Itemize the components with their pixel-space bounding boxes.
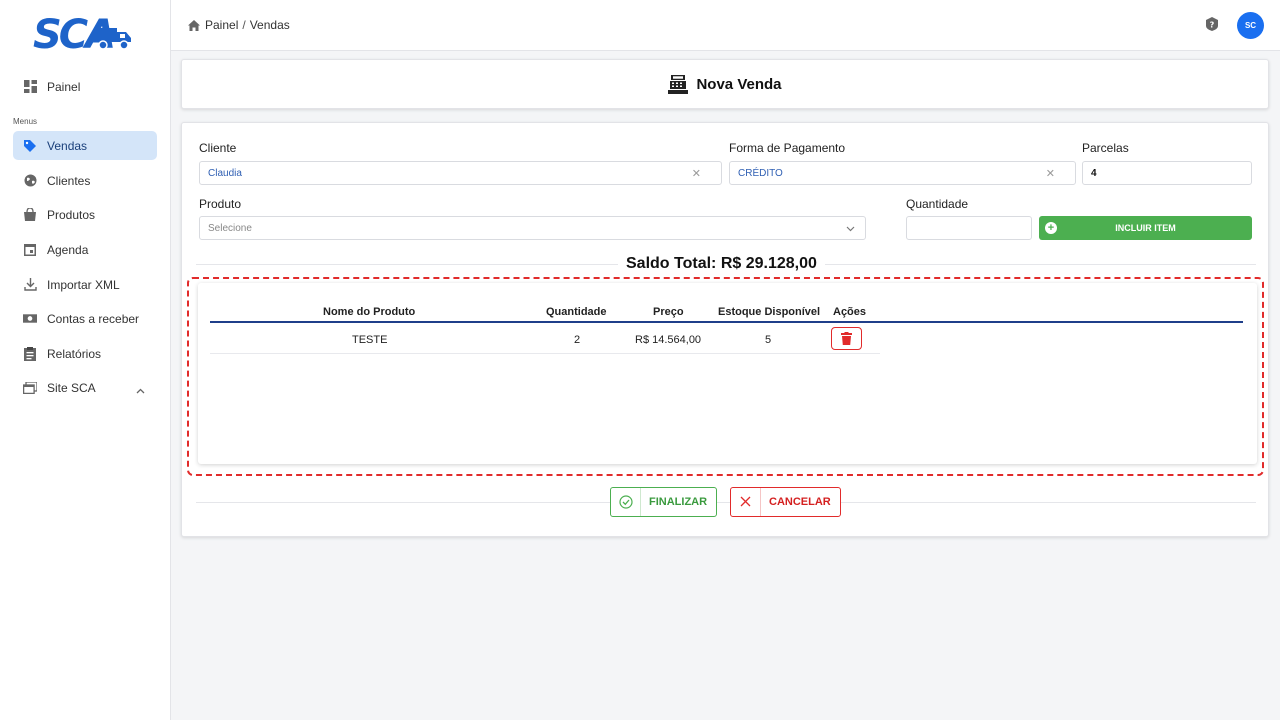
incluir-item-button[interactable]: + INCLUIR ITEM bbox=[1039, 216, 1252, 240]
cash-register-icon bbox=[668, 74, 689, 94]
col-header-nome: Nome do Produto bbox=[323, 306, 416, 318]
plus-circle-icon: + bbox=[1045, 222, 1057, 234]
col-header-preco: Preço bbox=[653, 306, 684, 318]
sidebar-item-importar-xml[interactable]: Importar XML bbox=[13, 270, 157, 299]
trash-icon bbox=[841, 332, 852, 345]
close-icon bbox=[739, 495, 752, 508]
sidebar-item-vendas[interactable]: Vendas bbox=[13, 131, 157, 160]
sidebar-item-painel[interactable]: Painel bbox=[13, 72, 157, 101]
incluir-item-label: INCLUIR ITEM bbox=[1115, 223, 1176, 233]
col-header-quantidade: Quantidade bbox=[546, 306, 607, 318]
sidebar-item-agenda[interactable]: Agenda bbox=[13, 235, 157, 264]
parcelas-input[interactable]: 4 bbox=[1082, 161, 1252, 185]
pagamento-label: Forma de Pagamento bbox=[729, 141, 846, 155]
svg-text:?: ? bbox=[1210, 21, 1215, 30]
page-title: Nova Venda bbox=[696, 75, 782, 93]
items-table: Nome do Produto Quantidade Preço Estoque… bbox=[198, 283, 1257, 464]
menus-section-label: Menus bbox=[13, 117, 38, 126]
pagamento-value: CRÉDITO bbox=[738, 167, 783, 179]
sidebar-item-label: Contas a receber bbox=[47, 311, 140, 326]
items-highlight-box: Nome do Produto Quantidade Preço Estoque… bbox=[187, 277, 1264, 476]
clear-icon[interactable]: ✕ bbox=[1046, 167, 1055, 180]
cliente-label: Cliente bbox=[199, 141, 237, 155]
globe-icon bbox=[23, 174, 37, 188]
clipboard-icon bbox=[23, 346, 37, 361]
page-title-card: Nova Venda bbox=[181, 59, 1269, 109]
delete-item-button[interactable] bbox=[831, 327, 862, 350]
button-separator bbox=[760, 488, 761, 516]
clear-icon[interactable]: ✕ bbox=[692, 167, 701, 180]
finalizar-button[interactable]: FINALIZAR bbox=[610, 487, 717, 517]
produto-label: Produto bbox=[199, 197, 242, 211]
cell-preco: R$ 14.564,00 bbox=[635, 334, 702, 346]
cancelar-label: CANCELAR bbox=[769, 496, 831, 508]
shopping-bag-icon bbox=[23, 208, 37, 222]
sidebar-item-label: Relatórios bbox=[47, 346, 102, 361]
sidebar-item-relatorios[interactable]: Relatórios bbox=[13, 339, 157, 368]
quantidade-input[interactable] bbox=[906, 216, 1032, 240]
quantidade-label: Quantidade bbox=[906, 197, 969, 211]
cancelar-button[interactable]: CANCELAR bbox=[730, 487, 841, 517]
sidebar-item-label: Clientes bbox=[47, 173, 91, 188]
table-row-divider bbox=[210, 353, 880, 354]
sidebar-item-label: Vendas bbox=[47, 138, 88, 153]
sca-logo[interactable]: SCA bbox=[33, 14, 133, 56]
tag-icon bbox=[23, 139, 37, 153]
finalizar-label: FINALIZAR bbox=[649, 496, 708, 508]
money-icon bbox=[23, 312, 37, 326]
dashboard-icon bbox=[23, 80, 37, 94]
col-header-acoes: Ações bbox=[833, 306, 867, 318]
cliente-value: Claudia bbox=[208, 167, 242, 179]
sidebar-item-contas-a-receber[interactable]: Contas a receber bbox=[13, 304, 157, 333]
topbar: Painel / Vendas ? SC bbox=[171, 0, 1280, 51]
home-icon[interactable] bbox=[188, 19, 200, 31]
chevron-up-icon[interactable] bbox=[136, 383, 145, 397]
cliente-select[interactable]: Claudia ✕ bbox=[199, 161, 722, 185]
sidebar-item-label: Agenda bbox=[47, 242, 89, 257]
breadcrumb: Painel / Vendas bbox=[188, 18, 290, 32]
table-header-line bbox=[210, 321, 1243, 323]
pagamento-select[interactable]: CRÉDITO ✕ bbox=[729, 161, 1076, 185]
avatar[interactable]: SC bbox=[1237, 12, 1264, 39]
sidebar-item-label: Importar XML bbox=[47, 277, 120, 292]
sidebar-item-label: Produtos bbox=[47, 207, 96, 222]
cell-quantidade: 2 bbox=[574, 334, 581, 346]
cell-estoque: 5 bbox=[765, 334, 772, 346]
sidebar-item-clientes[interactable]: Clientes bbox=[13, 166, 157, 195]
sale-form-card: Cliente Claudia ✕ Forma de Pagamento CRÉ… bbox=[181, 122, 1269, 537]
help-icon[interactable]: ? bbox=[1205, 17, 1221, 33]
sidebar-item-label: Site SCA bbox=[47, 380, 96, 395]
sidebar: SCA Painel Menus Vendas Clientes Produto bbox=[0, 0, 171, 720]
divider bbox=[196, 502, 1256, 503]
saldo-total: Saldo Total: R$ 29.128,00 bbox=[618, 255, 825, 273]
chevron-down-icon[interactable] bbox=[846, 224, 855, 235]
web-icon bbox=[23, 381, 37, 395]
sidebar-item-label: Painel bbox=[47, 79, 81, 94]
parcelas-value: 4 bbox=[1091, 167, 1097, 179]
calendar-icon bbox=[23, 243, 37, 257]
breadcrumb-vendas: Vendas bbox=[249, 18, 290, 32]
cell-nome: TESTE bbox=[352, 334, 388, 346]
parcelas-label: Parcelas bbox=[1082, 141, 1129, 155]
truck-icon bbox=[95, 28, 131, 50]
col-header-estoque: Estoque Disponível bbox=[718, 306, 821, 318]
sidebar-item-produtos[interactable]: Produtos bbox=[13, 200, 157, 229]
breadcrumb-painel[interactable]: Painel bbox=[205, 18, 238, 32]
produto-placeholder: Selecione bbox=[208, 222, 252, 234]
produto-select[interactable]: Selecione bbox=[199, 216, 866, 240]
download-icon bbox=[23, 278, 37, 292]
button-separator bbox=[640, 488, 641, 516]
check-circle-icon bbox=[619, 495, 633, 509]
breadcrumb-separator: / bbox=[242, 18, 246, 32]
sidebar-item-site-sca[interactable]: Site SCA bbox=[13, 373, 157, 402]
